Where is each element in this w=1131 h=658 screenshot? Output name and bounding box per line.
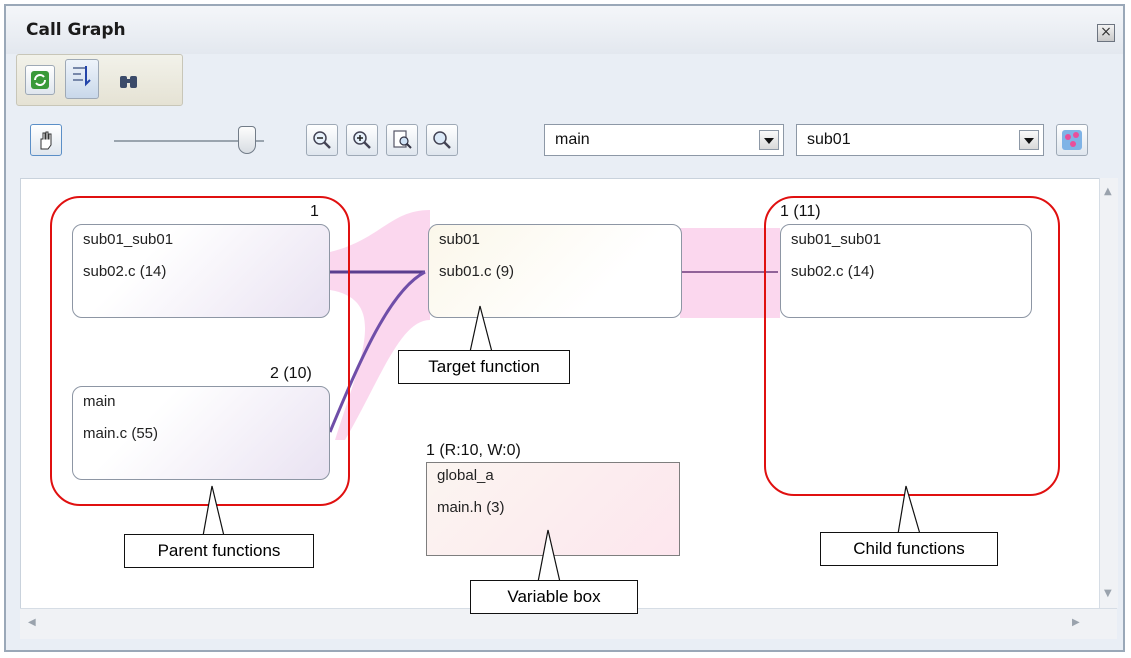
- parents-callout: Parent functions: [124, 534, 314, 568]
- target-callout-pointer: [469, 305, 493, 353]
- parents-callout-pointer: [202, 485, 225, 537]
- children-callout-pointer: [897, 485, 921, 535]
- variable-callout: Variable box: [470, 580, 638, 614]
- target-callout: Target function: [398, 350, 570, 384]
- variable-callout-pointer: [537, 529, 561, 583]
- children-callout: Child functions: [820, 532, 998, 566]
